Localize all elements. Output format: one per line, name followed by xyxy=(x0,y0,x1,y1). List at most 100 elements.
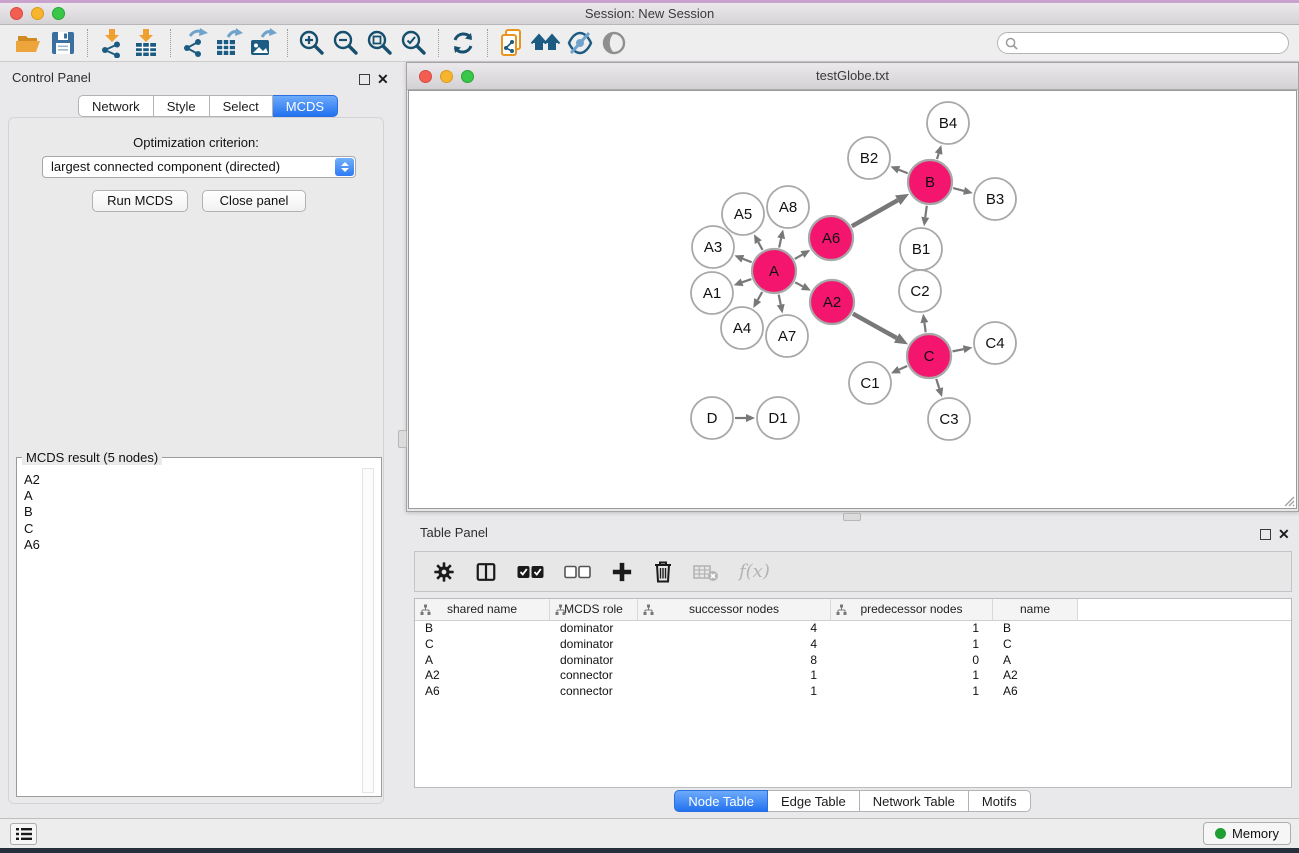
resize-grip-icon[interactable] xyxy=(1282,494,1295,507)
tab-network-table[interactable]: Network Table xyxy=(860,790,969,812)
tab-mcds[interactable]: MCDS xyxy=(273,95,338,117)
close-window-button[interactable] xyxy=(10,7,23,20)
export-table-button[interactable] xyxy=(212,27,246,59)
search-input[interactable] xyxy=(1018,34,1288,52)
refresh-button[interactable] xyxy=(446,27,480,59)
edge-B-B1[interactable] xyxy=(925,206,927,217)
tab-motifs[interactable]: Motifs xyxy=(969,790,1031,812)
deselect-all-checkboxes-icon[interactable] xyxy=(564,565,591,579)
result-item[interactable]: A xyxy=(24,488,361,504)
show-graphics-details-button[interactable] xyxy=(597,27,631,59)
cell-MCDS-role[interactable]: dominator xyxy=(550,653,638,669)
zoom-fit-button[interactable] xyxy=(363,27,397,59)
cell-shared-name[interactable]: A2 xyxy=(415,668,550,684)
run-mcds-button[interactable]: Run MCDS xyxy=(92,190,188,212)
cell-shared-name[interactable]: A xyxy=(415,653,550,669)
memory-button[interactable]: Memory xyxy=(1203,822,1291,845)
add-column-icon[interactable] xyxy=(611,561,633,583)
cell-shared-name[interactable]: C xyxy=(415,637,550,653)
import-table-button[interactable] xyxy=(129,27,163,59)
show-columns-icon[interactable] xyxy=(475,561,497,583)
table-row[interactable]: A6connector11A6 xyxy=(415,684,1291,700)
hide-selected-button[interactable] xyxy=(563,27,597,59)
close-panel-button[interactable]: Close panel xyxy=(202,190,306,212)
edge-B-B2[interactable] xyxy=(899,170,908,173)
table-row[interactable]: Adominator80A xyxy=(415,653,1291,669)
edge-C-C2[interactable] xyxy=(924,323,925,333)
result-item[interactable]: B xyxy=(24,504,361,520)
minimize-window-button[interactable] xyxy=(31,7,44,20)
edge-B-B3[interactable] xyxy=(953,188,964,191)
open-file-button[interactable] xyxy=(12,27,46,59)
tab-edge-table[interactable]: Edge Table xyxy=(768,790,860,812)
edge-C-C4[interactable] xyxy=(953,349,964,351)
cell-MCDS-role[interactable]: dominator xyxy=(550,637,638,653)
edge-A6-B[interactable] xyxy=(852,200,898,226)
cell-MCDS-role[interactable]: connector xyxy=(550,684,638,700)
zoom-in-button[interactable] xyxy=(295,27,329,59)
network-close-button[interactable] xyxy=(419,70,432,83)
edge-A2-C[interactable] xyxy=(853,314,897,338)
cell-predecessor-nodes[interactable]: 1 xyxy=(831,621,993,637)
export-image-button[interactable] xyxy=(246,27,280,59)
result-item[interactable]: A6 xyxy=(24,537,361,553)
edge-A-A2[interactable] xyxy=(795,282,803,286)
edge-C-C1[interactable] xyxy=(899,366,907,370)
cell-MCDS-role[interactable]: dominator xyxy=(550,621,638,637)
cell-shared-name[interactable]: B xyxy=(415,621,550,637)
network-canvas[interactable]: B4B2BB3A8A5A6A3B1AA1C2A2A4A7C4CC1C3DD1 xyxy=(408,90,1297,509)
network-window-titlebar[interactable]: testGlobe.txt xyxy=(407,63,1298,90)
export-network-button[interactable] xyxy=(178,27,212,59)
zoom-selected-button[interactable] xyxy=(397,27,431,59)
save-session-button[interactable] xyxy=(46,27,80,59)
select-all-checkboxes-icon[interactable] xyxy=(517,565,544,579)
edge-A-A6[interactable] xyxy=(795,255,803,259)
column-header-MCDS-role[interactable]: MCDS role xyxy=(550,599,638,620)
edge-C-C3[interactable] xyxy=(936,379,939,389)
column-header-name[interactable]: name xyxy=(993,599,1078,620)
cell-name[interactable]: A6 xyxy=(993,684,1078,700)
edge-A-A7[interactable] xyxy=(779,295,781,305)
result-item[interactable]: C xyxy=(24,521,361,537)
zoom-out-button[interactable] xyxy=(329,27,363,59)
cell-name[interactable]: B xyxy=(993,621,1078,637)
edge-A-A1[interactable] xyxy=(742,279,751,282)
criterion-dropdown[interactable]: largest connected component (directed) xyxy=(42,156,356,178)
result-item[interactable]: A2 xyxy=(24,472,361,488)
network-graph[interactable]: B4B2BB3A8A5A6A3B1AA1C2A2A4A7C4CC1C3DD1 xyxy=(409,91,1298,510)
edge-B-B4[interactable] xyxy=(937,154,939,159)
column-header-shared-name[interactable]: shared name xyxy=(415,599,550,620)
cell-successor-nodes[interactable]: 4 xyxy=(638,621,831,637)
mcds-result-list[interactable]: A2ABCA6 xyxy=(18,459,361,795)
node-table[interactable]: shared nameMCDS rolesuccessor nodesprede… xyxy=(414,598,1292,788)
table-row[interactable]: Bdominator41B xyxy=(415,621,1291,637)
cell-shared-name[interactable]: A6 xyxy=(415,684,550,700)
tab-select[interactable]: Select xyxy=(210,95,273,117)
cell-predecessor-nodes[interactable]: 1 xyxy=(831,684,993,700)
edge-A-A3[interactable] xyxy=(743,259,752,262)
horizontal-splitter-handle[interactable] xyxy=(843,513,861,521)
table-row[interactable]: A2connector11A2 xyxy=(415,668,1291,684)
cell-successor-nodes[interactable]: 4 xyxy=(638,637,831,653)
delete-column-icon[interactable] xyxy=(653,560,673,583)
settings-gear-icon[interactable] xyxy=(433,561,455,583)
edge-A-A5[interactable] xyxy=(758,242,762,250)
network-zoom-button[interactable] xyxy=(461,70,474,83)
table-row[interactable]: Cdominator41C xyxy=(415,637,1291,653)
cell-name[interactable]: A2 xyxy=(993,668,1078,684)
cell-predecessor-nodes[interactable]: 1 xyxy=(831,668,993,684)
task-history-button[interactable] xyxy=(10,823,37,845)
column-header-predecessor-nodes[interactable]: predecessor nodes xyxy=(831,599,993,620)
table-panel-close-button[interactable]: ✕ xyxy=(1278,526,1290,544)
vertical-splitter-handle[interactable] xyxy=(398,430,407,448)
tab-node-table[interactable]: Node Table xyxy=(674,790,768,812)
cell-predecessor-nodes[interactable]: 0 xyxy=(831,653,993,669)
cell-name[interactable]: A xyxy=(993,653,1078,669)
cell-successor-nodes[interactable]: 1 xyxy=(638,684,831,700)
tab-network[interactable]: Network xyxy=(78,95,154,117)
control-panel-close-button[interactable]: ✕ xyxy=(377,71,389,89)
table-panel-float-button[interactable] xyxy=(1260,527,1271,545)
control-panel-float-button[interactable] xyxy=(359,72,370,90)
cell-predecessor-nodes[interactable]: 1 xyxy=(831,637,993,653)
cell-successor-nodes[interactable]: 8 xyxy=(638,653,831,669)
